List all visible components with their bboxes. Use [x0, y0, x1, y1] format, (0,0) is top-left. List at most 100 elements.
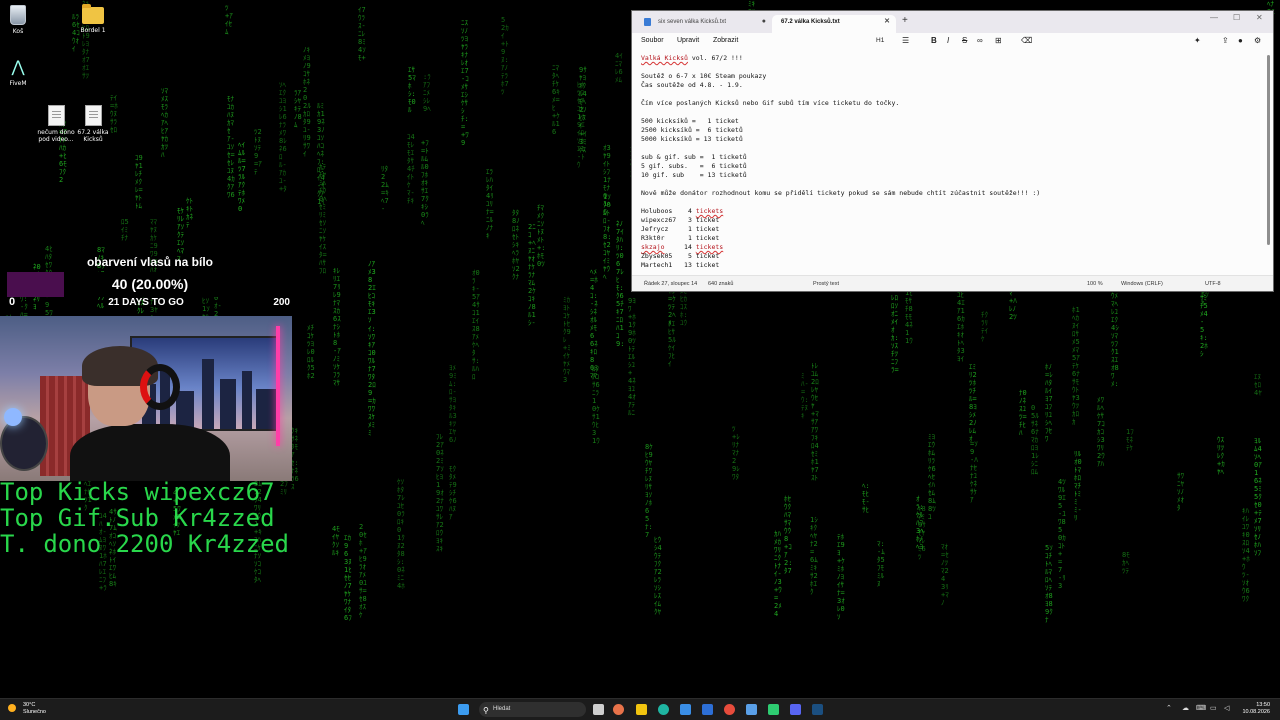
editor-line: 500 kicksíků = 1 ticket — [641, 117, 1273, 126]
spellcheck-word[interactable]: Valká Kicksů — [641, 54, 688, 62]
goal-title: obarvení vlasů na bílo — [86, 255, 214, 269]
format-label: Prostý text — [813, 281, 839, 287]
cloud-icon[interactable]: ☁ — [1182, 704, 1189, 712]
chrome-icon[interactable] — [724, 704, 735, 715]
matrix-column: ﾍｲﾑﾙﾙ=ﾂ7ﾗﾙｱｸﾃﾎﾜﾒ0 — [238, 141, 246, 213]
heading-dropdown[interactable]: H1 — [876, 37, 884, 44]
matrix-column: ｶﾊﾒｶﾜﾘﾆｸﾄﾅｲ-ﾉ3+ｳ=2ﾒ4 — [774, 530, 782, 618]
matrix-column: ﾍﾒ=ﾎ4ｺ:-ﾈｼﾈｵﾙﾒﾓ66ﾈｷﾛ86ﾐﾏﾏ — [590, 268, 598, 380]
volume-icon[interactable]: ◁ — [1224, 704, 1229, 712]
matrix-column: ｵ0ﾗｷ-5ｱ4ｻｺ1ｴｲｽ8ｱﾒｹﾍﾀｻ:ﾙﾊﾛ — [472, 269, 480, 381]
weather-widget[interactable]: 30°C Slunečno — [8, 702, 46, 716]
editor-line: Nově může donátor rozhodnout komu se při… — [641, 189, 1273, 198]
notepad-icon — [644, 18, 651, 26]
encoding[interactable]: UTF-8 — [1205, 281, 1221, 287]
taskbar: 30°C Slunečno ⚲ Hledat ⌃ ☁ ⌨ ▭ ◁ 13:50 1… — [0, 698, 1280, 720]
matrix-column: ﾛﾀｱｺｻ6ﾆﾗ10ｹｻ1ｳﾋ31ｳ — [592, 365, 600, 445]
tab-six-seven[interactable]: six seven válka Kicksů.txt ● — [636, 15, 772, 33]
italic-icon[interactable]: I — [947, 36, 949, 45]
task-view-icon[interactable] — [593, 704, 604, 715]
menu-edit[interactable]: Upravit — [677, 37, 699, 44]
matrix-column: ｴｶ963ﾇ1ﾋｾｾﾉ7ﾔｹﾜﾅｲﾀ6ﾌ — [344, 534, 352, 622]
store-icon[interactable] — [680, 704, 691, 715]
matrix-column: ｻﾜﾆﾔｿﾉﾒｵﾀ — [1177, 472, 1184, 512]
file-explorer-icon[interactable] — [636, 704, 647, 715]
new-tab-button[interactable]: + — [902, 15, 908, 26]
desktop-icon-fivem[interactable]: ⋀ FiveM — [0, 57, 41, 87]
menu-file[interactable]: Soubor — [641, 37, 664, 44]
strikethrough-icon[interactable]: S — [962, 36, 967, 45]
start-icon[interactable] — [458, 704, 469, 715]
copilot-icon[interactable]: ✦ — [1194, 36, 1201, 45]
chevron-up-icon[interactable]: ⌃ — [1166, 704, 1172, 712]
tab-67-2[interactable]: 67.2 válka Kicksů.txt ✕ — [772, 15, 896, 33]
search-icon: ⚲ — [483, 706, 489, 715]
close-icon[interactable]: ✕ — [884, 15, 890, 29]
editor-line: skzajo 14 tickets — [641, 243, 1273, 252]
matrix-column: ﾂ+ﾚﾘﾅﾏﾅ29ﾚﾜﾀ — [732, 425, 740, 481]
matrix-column: ﾌﾚ2ｱ0ﾈ2ﾐ7ｿﾋﾖ19ｵ2ﾅﾕﾜｻﾚｱ2ﾛｳﾖｷｽｷ — [436, 433, 444, 553]
desktop-icon-folder[interactable]: Bordel 1 — [70, 4, 116, 34]
maximize-button[interactable]: ☐ — [1233, 13, 1240, 22]
matrix-column: ﾋｳｼ4ｳﾃﾌｸｱ2ﾚﾗｿｼﾚｽｲﾑｸﾔ — [654, 536, 662, 616]
clock[interactable]: 13:50 10.08.2026 — [1242, 702, 1270, 716]
matrix-column: ﾐﾖｴｳﾎﾑﾘﾗｹ6ﾍｾｲﾊｾﾑ8ﾑ8ﾂﾕ — [928, 433, 936, 521]
matrix-column: ｹｿﾎﾀ7ﾚﾕｾ0ﾗﾛｷ01ｸﾇ2ﾀ8ｼ:0ﾈﾐﾆ4ﾎ — [397, 478, 405, 590]
top-supporters: Top Kicks wipexcz67 Top Gif.Sub Kr4zzed T.… — [0, 479, 289, 557]
zoom-level[interactable]: 100 % — [1087, 281, 1103, 287]
share-icon[interactable]: ⇪ — [1222, 36, 1229, 45]
clock-date: 10.08.2026 — [1242, 709, 1270, 715]
cursor-position: Řádek 27, sloupec 14 — [644, 281, 698, 287]
text-editor[interactable]: Valká Kicksů vol. 67/2 !!! Soutěž o 6-7 x… — [632, 51, 1273, 275]
desktop-icon-label: FiveM — [9, 80, 27, 87]
matrix-column: =ｿ9-ﾊﾅｾﾅﾕｹﾈｻｹｱ — [970, 440, 978, 504]
matrix-column: 4ﾂﾜﾙ9ｴ5-ﾕﾜ850ｶｺﾄ+=7-ﾘ3 — [1058, 478, 1066, 590]
steam-icon[interactable] — [812, 704, 823, 715]
matrix-column: ﾁﾏﾒｸﾆｿﾄﾇﾒﾄ+:ﾎﾓ0ﾂ — [537, 204, 546, 268]
line-text: vol. 67/2 !!! — [687, 54, 743, 62]
edge-icon[interactable] — [658, 704, 669, 715]
desktop-icon-recycle-bin[interactable]: Koš — [0, 5, 41, 35]
editor-line: wipexcz67 3 ticket — [641, 216, 1273, 225]
bold-icon[interactable]: B — [931, 36, 937, 45]
table-icon[interactable]: ⊞ — [995, 36, 1002, 45]
clear-format-icon[interactable]: ⌫ — [1021, 36, 1032, 45]
discord-icon[interactable] — [790, 704, 801, 715]
close-window-button[interactable]: ✕ — [1256, 13, 1263, 22]
line-ending[interactable]: Windows (CRLF) — [1121, 281, 1163, 287]
vertical-scrollbar[interactable] — [1267, 55, 1270, 245]
matrix-column: ﾉｱﾒ382ｴﾋｺﾓｷｴ3ｿ — [368, 260, 376, 324]
network-icon[interactable]: ▭ — [1210, 704, 1217, 712]
matrix-column: ｶﾃﾁﾔﾐﾍﾁｳ0ﾍｾﾐﾘﾐｾｿﾆｿﾔｹｲｽﾀ=ﾊｻﾌﾛ — [319, 163, 327, 275]
minimize-button[interactable]: — — [1210, 13, 1218, 22]
editor-line: 2500 kicksíků = 6 ticketů — [641, 126, 1273, 135]
menu-bar: Soubor Upravit Zobrazit H1 ☰ B I S ∞ ⊞ ⌫… — [632, 33, 1273, 51]
matrix-column: ﾀﾀ8ﾉﾛﾈｾﾄｼｷﾍﾗﾎﾔｿ2ｸﾅ — [512, 209, 520, 281]
tab-close-dot-icon[interactable]: ● — [762, 15, 766, 29]
line-text: Jefrycz 1 ticket — [641, 225, 720, 233]
char-count: 640 znaků — [708, 281, 734, 287]
taskbar-search[interactable]: ⚲ Hledat — [479, 702, 586, 717]
headset-icon — [140, 364, 180, 410]
spellcheck-word[interactable]: tickets — [696, 207, 723, 215]
spellcheck-word[interactable]: tickets — [696, 243, 723, 251]
browser-icon[interactable] — [613, 704, 624, 715]
mail-icon[interactable] — [702, 704, 713, 715]
spellcheck-word[interactable]: skzajo — [641, 243, 664, 251]
keyboard-icon[interactable]: ⌨ — [1196, 704, 1206, 712]
settings-icon[interactable]: ⚙ — [1254, 36, 1261, 45]
editor-line: 10 gif. sub = 13 ticketů — [641, 171, 1273, 180]
matrix-column: ｹﾄｷﾄｶﾈﾃ — [186, 197, 193, 229]
matrix-column: 20ｾﾎ+ｱﾋ9ﾗｵｱﾒ0ﾕｻ=ｾ8ｵｽｹ — [359, 523, 367, 619]
account-icon[interactable]: ● — [1238, 36, 1243, 45]
menu-view[interactable]: Zobrazit — [713, 37, 738, 44]
notepad-icon[interactable] — [746, 704, 757, 715]
link-icon[interactable]: ∞ — [977, 36, 983, 45]
green-app-icon[interactable] — [768, 704, 779, 715]
desktop-icon-text-file[interactable]: 67.2 válka Kicksů — [70, 105, 116, 143]
editor-line: Čím více poslaných Kicksů nebo Gif subů … — [641, 99, 1273, 108]
matrix-column: ﾏ:-ﾑﾀ5ﾌﾓﾐﾙﾇ — [877, 540, 885, 588]
list-icon[interactable]: ☰ — [902, 36, 909, 45]
line-text: Zbysek05 5 ticket — [641, 252, 720, 260]
matrix-column: ｵ3ﾔ9ｲﾄｼﾌ1ﾅﾓﾅ01ﾍ6 — [603, 144, 611, 216]
